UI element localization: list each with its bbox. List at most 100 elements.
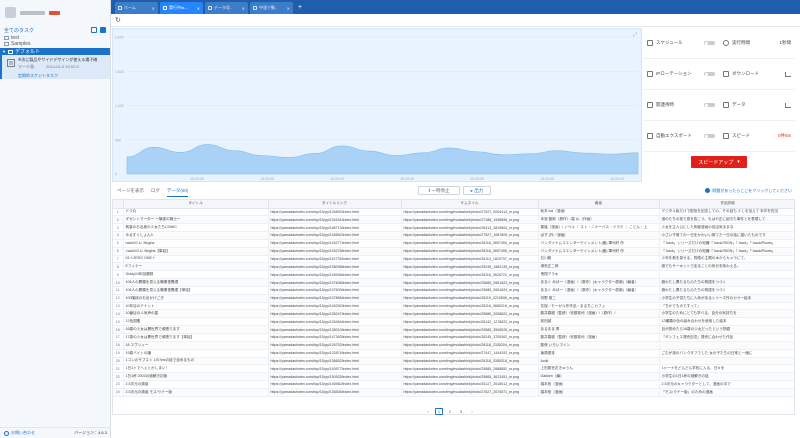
- table-row[interactable]: 21 1日1ヶでへぇとかしまい！ https://yamadashoten.com/…: [113, 364, 794, 374]
- table-cell[interactable]: https://yamadashoten.com/img/mudasbird/p…: [401, 231, 539, 240]
- table-cell[interactable]: https://yamadashoten.com/top/15/pp/14629…: [268, 302, 402, 311]
- table-cell[interactable]: ばず (作／漫画): [538, 231, 660, 240]
- table-cell[interactable]: 10番目の人気声の星: [123, 309, 269, 319]
- account-bar[interactable]: [0, 0, 110, 25]
- table-cell[interactable]: 魔わたし異たるものたちの物語をつづく: [659, 286, 794, 295]
- refresh-icon[interactable]: ↻: [115, 16, 121, 24]
- table-cell[interactable]: https://yamadashoten.com/top/15/pp/14598…: [268, 380, 402, 389]
- column-header[interactable]: タイトル: [123, 200, 269, 209]
- table-row[interactable]: 4 ゆるすぐしょん3 https://yamadashoten.com/top/15…: [113, 231, 794, 240]
- table-cell[interactable]: 漫のたちの前で息を抜こう。もはや正に起きた事件とを表現して: [659, 215, 794, 225]
- table-row[interactable]: 19 19歳バイトの膳 https://yamadashoten.com/top/1…: [113, 349, 794, 358]
- table-cell[interactable]: 1ヶーナをどんどん学校に入る、日々を: [659, 364, 794, 374]
- table-cell[interactable]: 17歳の少女は異世界で頑張ります【単話】: [123, 333, 269, 342]
- table-cell[interactable]: 少女を主人公にした剣豪漫画の自由気ままな: [659, 223, 794, 233]
- table-cell[interactable]: https://yamadashoten.com/img/mudasbird/p…: [401, 239, 539, 248]
- table-cell[interactable]: https://yamadashoten.com/top/15/pp/12675…: [268, 341, 402, 350]
- table-cell[interactable]: 1コンのサブスト 1/5 hmiの話で含めるもの: [123, 357, 269, 366]
- table-cell[interactable]: https://yamadashoten.com/top/15/pp/11577…: [268, 255, 402, 264]
- table-cell[interactable]: 春猛（漫画）/ ノベル ｜ スト・ニナーバス・ドラク ｜ ことん・上: [538, 223, 660, 233]
- table-cell[interactable]: 藤井春樹（監修）/安藤祐司（漫画）/（原作）/: [538, 309, 660, 319]
- table-cell[interactable]: 藤夜 いろいマイン: [538, 341, 660, 350]
- table-cell[interactable]: 小学生の1日1杯の謎解きの話: [659, 372, 794, 382]
- table-cell[interactable]: 01＋ZERO ONE＋: [123, 255, 269, 264]
- folder-samples[interactable]: Samples: [0, 41, 110, 47]
- export-button[interactable]: ▸ 出力: [463, 186, 491, 195]
- table-cell[interactable]: 106人の異類を見える職業怪異譚: [123, 278, 269, 287]
- auto-export-toggle[interactable]: [704, 134, 715, 138]
- tab-running-task[interactable]: 実行中ta... ✕: [160, 2, 203, 14]
- table-cell[interactable]: 藤井春樹（監修）/安藤祐司（漫画）: [538, 333, 660, 342]
- table-cell[interactable]: [659, 270, 794, 280]
- table-row[interactable]: 24 2.5次元の誘惑 モス/ラテー版 https://yamadashoten.c…: [113, 388, 794, 397]
- table-cell[interactable]: 12種類の色の組み合わせを使用した絵本: [659, 317, 794, 327]
- avatar[interactable]: [5, 7, 16, 18]
- table-cell[interactable]: 「ちかでものですって」: [659, 302, 794, 311]
- table-cell[interactable]: https://yamadashoten.com/top/15/pp/14057…: [268, 364, 402, 374]
- column-header[interactable]: 作品詳細: [659, 200, 794, 209]
- table-cell[interactable]: 曳翔アラキ: [538, 270, 660, 280]
- table-cell[interactable]: https://yamadashoten.com/img/mudasbird/p…: [401, 333, 539, 342]
- tab-page-view[interactable]: ページを表示: [117, 184, 144, 197]
- speedup-button[interactable]: スピードアップ ▾: [691, 156, 747, 168]
- table-cell[interactable]: 2.5次元のキャラクターとして、漫画の中で: [659, 380, 794, 389]
- close-icon[interactable]: ✕: [287, 6, 290, 11]
- table-cell[interactable]: 「モス/ラテー版」のための漫画: [659, 388, 794, 397]
- table-cell[interactable]: https://yamadashoten.com/img/mudasbird/p…: [401, 372, 539, 382]
- column-header[interactable]: サムネイル: [401, 200, 539, 209]
- tab-data-collection[interactable]: データ収... ✕: [205, 2, 248, 14]
- table-cell[interactable]: https://yamadashoten.com/img/mudasbird/p…: [401, 302, 539, 311]
- pause-button[interactable]: ‖ 一時停止: [418, 186, 460, 195]
- help-hint-link[interactable]: 問題があったらここをクリックしてください: [705, 184, 792, 197]
- table-row[interactable]: 7 01＋ZERO ONE＋ https://yamadashoten.com/to…: [113, 255, 794, 264]
- table-cell[interactable]: 19歳バイトの膳: [123, 349, 269, 358]
- table-cell[interactable]: [659, 341, 794, 350]
- close-icon[interactable]: ✕: [152, 6, 155, 11]
- prev-page-button[interactable]: ‹: [424, 408, 432, 415]
- table-cell[interactable]: 1日1杯 2003の謎解き初版: [123, 372, 269, 382]
- table-cell[interactable]: https://yamadashoten.com/top/15/pp/12287…: [268, 349, 402, 358]
- tab-log[interactable]: ログ: [151, 184, 160, 197]
- folder-default[interactable]: ▼ デフォルト: [0, 48, 110, 55]
- tab-data[interactable]: データ(50): [166, 184, 189, 197]
- table-cell[interactable]: [659, 357, 794, 366]
- table-row[interactable]: 11 106人の異類を見える職業怪異譚【単話】 https://yamadashot…: [113, 286, 794, 295]
- table-cell[interactable]: 10年目のテナント: [123, 302, 269, 311]
- table-cell[interactable]: バンダイナムコエンターテインメント(著) 軍司好 作: [538, 239, 660, 248]
- table-cell[interactable]: Giddy24年回顧録: [123, 270, 269, 280]
- table-cell[interactable]: https://yamadashoten.com/top/15/pp/13465…: [268, 231, 402, 240]
- table-row[interactable]: 5 hack//G.U. Begins https://yamadashoten.c…: [113, 239, 794, 248]
- table-cell[interactable]: https://yamadashoten.com/img/mudasbird/p…: [401, 294, 539, 303]
- table-row[interactable]: 2 ギガントマーター 一撃遂の騎士ー https://yamadashoten.co…: [113, 215, 794, 225]
- schedule-toggle[interactable]: [704, 41, 715, 45]
- table-row[interactable]: 12 100階段のお出かけごぎ https://yamadashoten.com/t…: [113, 294, 794, 303]
- table-cell[interactable]: https://yamadashoten.com/img/mudasbird/p…: [401, 270, 539, 280]
- table-cell[interactable]: バンダイナムコエンターテインメント(著) 軍司好 作: [538, 247, 660, 256]
- table-cell[interactable]: 橋本悠（漫画）: [538, 380, 660, 389]
- add-tab-button[interactable]: +: [295, 2, 305, 14]
- table-cell[interactable]: 1日1ヶでへぇとかしまい！: [123, 364, 269, 374]
- table-cell[interactable]: 本宮 叡助（原作）/高 仏（作画）: [538, 215, 660, 225]
- table-row[interactable]: 17 17歳の少女は異世界で頑張ります【単話】 https://yamadashot…: [113, 333, 794, 342]
- table-cell[interactable]: 106人の異類を見える職業怪異譚【単話】: [123, 286, 269, 295]
- table-cell[interactable]: 18 エヴリィー: [123, 341, 269, 350]
- table-cell[interactable]: https://yamadashoten.com/top/15/pp/14736…: [268, 333, 402, 342]
- table-cell[interactable]: 上田晃世花きゅうん: [538, 364, 660, 374]
- table-cell[interactable]: 誰でもサーキットで走ることの気分を味わえる。: [659, 262, 794, 272]
- table-cell[interactable]: https://yamadashoten.com/top/15/pp/13760…: [268, 278, 402, 287]
- new-folder-icon[interactable]: [91, 27, 97, 33]
- table-row[interactable]: 1 ドラ丸 https://yamadashoten.com/top/15/pp/1…: [113, 208, 794, 217]
- table-cell[interactable]: デジタル版だけで配信を記念しての、その話も 少しを加えて 本作を担当: [659, 208, 794, 217]
- page-button[interactable]: 1: [435, 408, 443, 415]
- page-button[interactable]: 3: [457, 408, 465, 415]
- table-cell[interactable]: https://yamadashoten.com/top/15/pp/13665…: [268, 357, 402, 366]
- table-cell[interactable]: https://yamadashoten.com/img/mudasbird/p…: [401, 215, 539, 225]
- task-item[interactable]: ※次に製品やサイドデザインが使える場子確 マーテ鳥 2014-01-0 10:0…: [0, 55, 110, 79]
- table-cell[interactable]: .hack//G.U. Begins【単話】: [123, 247, 269, 256]
- close-icon[interactable]: ✕: [242, 6, 245, 11]
- table-cell[interactable]: https://yamadashoten.com/top/15/pp/12646…: [268, 317, 402, 327]
- table-cell[interactable]: https://yamadashoten.com/img/mudasbird/p…: [401, 341, 539, 350]
- table-cell[interactable]: 「.hack」シリーズだけの知識「.hack//SIGN」「.hack」「.ha…: [659, 239, 794, 248]
- table-cell[interactable]: 魔わたし異たるものたちの物語をつづく: [659, 278, 794, 287]
- table-cell[interactable]: https://yamadashoten.com/top/15/pp/13489…: [268, 208, 402, 217]
